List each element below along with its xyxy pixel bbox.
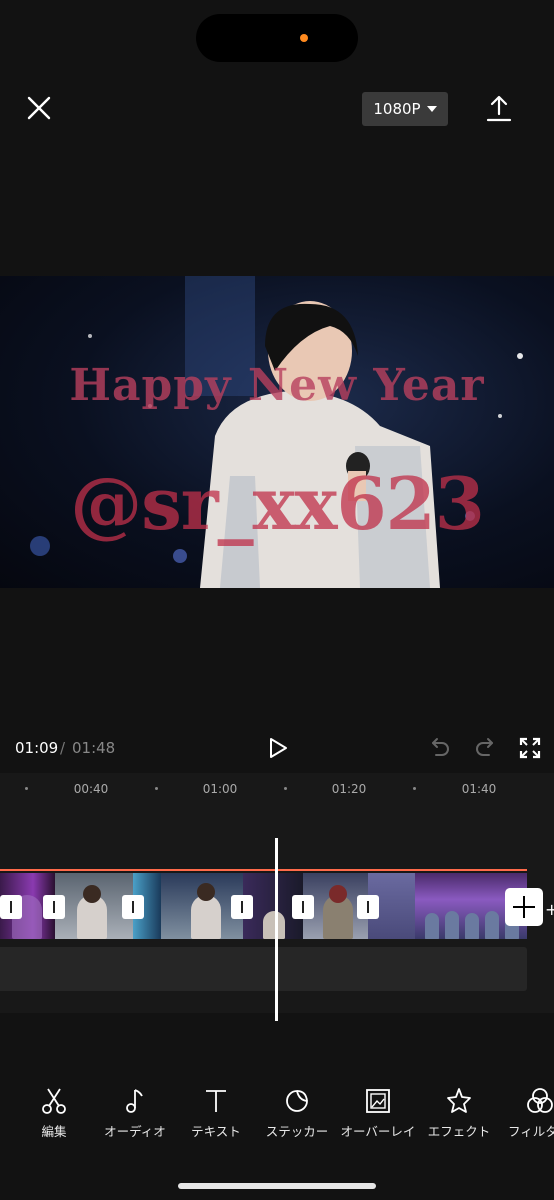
audio-track[interactable] (0, 947, 527, 991)
filter-icon (527, 1088, 553, 1113)
ruler-label: 01:00 (202, 782, 238, 796)
clip-thumbnail (445, 911, 459, 939)
resolution-dropdown[interactable]: 1080P (362, 92, 448, 126)
clip-thumbnail (465, 913, 479, 939)
total-duration: 01:48 (72, 739, 116, 757)
tool-sticker[interactable]: ステッカー (257, 1086, 337, 1140)
home-indicator (178, 1183, 376, 1189)
selected-track-indicator (0, 869, 527, 871)
fullscreen-button[interactable] (518, 736, 542, 760)
resolution-label: 1080P (373, 100, 421, 118)
export-icon (486, 95, 512, 122)
tool-label: テキスト (191, 1124, 241, 1139)
chevron-down-icon (426, 106, 437, 112)
video-track[interactable] (0, 873, 527, 939)
tool-filter[interactable]: フィルター (500, 1086, 554, 1140)
current-time: 01:09 (15, 739, 59, 757)
ruler-tick (413, 787, 416, 790)
clip-thumbnail (425, 913, 439, 939)
close-button[interactable] (24, 93, 54, 123)
tool-audio[interactable]: オーディオ (95, 1086, 175, 1140)
transition-button[interactable] (122, 895, 144, 919)
tool-label: オーディオ (104, 1124, 166, 1139)
ruler-label: 00:40 (73, 782, 109, 796)
clip-thumbnail (83, 885, 101, 903)
tool-label: 編集 (41, 1124, 67, 1139)
text-icon (206, 1090, 226, 1112)
ruler-label: 01:40 (461, 782, 497, 796)
add-clip-button[interactable] (505, 888, 543, 926)
clip-thumbnail (197, 883, 215, 901)
bottom-toolbar: 編集 オーディオ テキスト ステッカー オーバーレイ エフェクト フィルタ (0, 1086, 554, 1166)
transition-button[interactable] (292, 895, 314, 919)
undo-button[interactable] (428, 737, 452, 759)
tool-label: オーバーレイ (340, 1124, 416, 1139)
export-button[interactable] (485, 94, 513, 124)
video-preview[interactable]: Happy New Year @sr_xx623 (0, 276, 554, 588)
transition-button[interactable] (0, 895, 22, 919)
ruler-label: 01:20 (331, 782, 367, 796)
close-icon (27, 96, 51, 120)
music-note-icon (126, 1089, 143, 1113)
recording-indicator (300, 34, 308, 42)
time-separator: / (60, 739, 66, 757)
tool-label: ステッカー (265, 1124, 329, 1139)
tool-label: エフェクト (427, 1124, 491, 1139)
clip-thumbnail (263, 911, 285, 939)
dynamic-island (196, 14, 358, 62)
overlay-text-greeting[interactable]: Happy New Year (0, 360, 554, 411)
ruler-tick (25, 787, 28, 790)
tool-edit[interactable]: 編集 (14, 1086, 94, 1140)
clip-thumbnail (329, 885, 347, 903)
add-clip-edge-icon: + (545, 900, 554, 919)
undo-icon (432, 738, 449, 756)
overlay-text-handle[interactable]: @sr_xx623 (0, 468, 554, 540)
clip-thumbnail (485, 911, 499, 939)
tool-effect[interactable]: エフェクト (419, 1086, 499, 1140)
time-ruler[interactable]: 00:40 01:00 01:20 01:40 (0, 773, 554, 803)
playhead[interactable] (275, 838, 278, 1021)
sticker-icon (286, 1090, 308, 1112)
redo-button[interactable] (473, 737, 497, 759)
tool-text[interactable]: テキスト (176, 1086, 256, 1140)
transition-button[interactable] (357, 895, 379, 919)
effect-star-icon (447, 1088, 471, 1113)
ruler-tick (284, 787, 287, 790)
redo-icon (476, 738, 493, 756)
tool-label: フィルター (508, 1124, 554, 1139)
transition-button[interactable] (43, 895, 65, 919)
tool-overlay[interactable]: オーバーレイ (338, 1086, 418, 1140)
play-button[interactable] (266, 736, 290, 760)
overlay-icon (366, 1089, 390, 1113)
play-icon (270, 738, 287, 758)
ruler-tick (155, 787, 158, 790)
transition-button[interactable] (231, 895, 253, 919)
clip-thumbnail (191, 895, 221, 939)
scissors-icon (42, 1088, 66, 1114)
fullscreen-icon (519, 737, 541, 759)
